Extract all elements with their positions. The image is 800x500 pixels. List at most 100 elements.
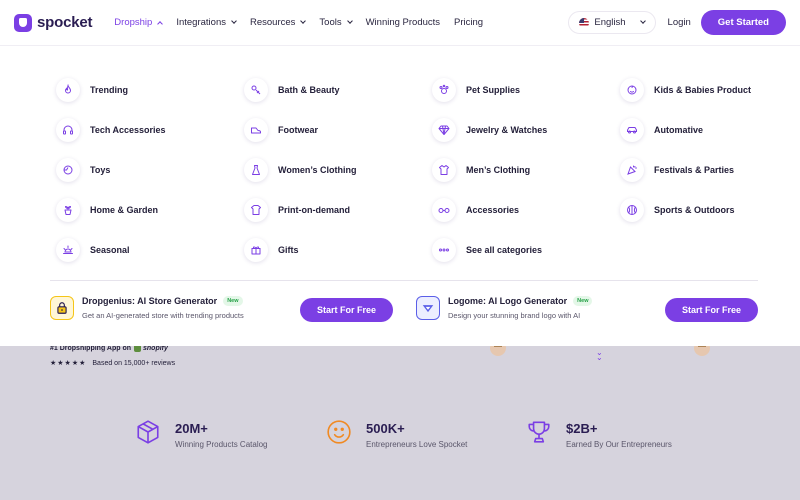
smile-icon bbox=[326, 419, 352, 450]
nav-integrations-label: Integrations bbox=[176, 17, 226, 28]
category-print-on-demand[interactable]: Print-on-demand bbox=[244, 190, 432, 230]
new-badge: New bbox=[573, 296, 593, 306]
nav-dropship-label: Dropship bbox=[114, 17, 153, 28]
diamond-icon bbox=[432, 118, 456, 142]
reviews-line: ★★★★★ Based on 15,000+ reviews bbox=[50, 359, 176, 368]
promo-title-text: Dropgenius: AI Store Generator bbox=[82, 296, 218, 306]
stat-label: Winning Products Catalog bbox=[175, 439, 268, 449]
ball-icon bbox=[620, 198, 644, 222]
nav-resources[interactable]: Resources bbox=[249, 17, 307, 28]
dropship-mega-menu: Trending Bath & Beauty Pet Supplies Kids… bbox=[0, 46, 800, 346]
flame-icon bbox=[56, 78, 80, 102]
sun-icon bbox=[56, 238, 80, 262]
category-label: Women’s Clothing bbox=[278, 165, 357, 175]
us-flag-icon bbox=[579, 17, 590, 28]
get-started-button[interactable]: Get Started bbox=[700, 10, 786, 35]
rating-stars: ★★★★★ bbox=[50, 360, 87, 367]
shirt-icon bbox=[432, 158, 456, 182]
category-label: Gifts bbox=[278, 245, 299, 255]
category-label: Festivals & Parties bbox=[654, 165, 735, 175]
brand-name: spocket bbox=[37, 14, 93, 31]
category-automative[interactable]: Automative bbox=[620, 110, 776, 150]
nav-pricing-label: Pricing bbox=[454, 17, 484, 28]
top-navbar: spocket Dropship Integrations Resources … bbox=[0, 0, 800, 46]
tshirt-icon bbox=[244, 198, 268, 222]
category-toys[interactable]: Toys bbox=[56, 150, 244, 190]
category-jewelry-watches[interactable]: Jewelry & Watches bbox=[432, 110, 620, 150]
nav-tools[interactable]: Tools bbox=[319, 17, 353, 28]
category-pet-supplies[interactable]: Pet Supplies bbox=[432, 70, 620, 110]
category-mens-clothing[interactable]: Men’s Clothing bbox=[432, 150, 620, 190]
glasses-icon bbox=[432, 198, 456, 222]
reviews-text: Based on 15,000+ reviews bbox=[92, 359, 176, 367]
toy-icon bbox=[56, 158, 80, 182]
stat-label: Entrepreneurs Love Spocket bbox=[366, 439, 468, 449]
stat-earned: $2B+ Earned By Our Entrepreneurs bbox=[526, 419, 672, 450]
car-icon bbox=[620, 118, 644, 142]
stat-products: 20M+ Winning Products Catalog bbox=[135, 419, 268, 450]
category-footwear[interactable]: Footwear bbox=[244, 110, 432, 150]
category-seasonal[interactable]: Seasonal bbox=[56, 230, 244, 270]
chevron-down-icon bbox=[231, 18, 237, 24]
paw-icon bbox=[432, 78, 456, 102]
nav-dropship[interactable]: Dropship bbox=[114, 17, 164, 28]
category-label: Accessories bbox=[466, 205, 520, 215]
see-all-categories-link[interactable]: See all categories bbox=[432, 230, 620, 270]
category-label: See all categories bbox=[466, 245, 543, 255]
category-label: Kids & Babies Product bbox=[654, 85, 752, 95]
promo-logome[interactable]: Logome: AI Logo Generator New Design your… bbox=[416, 296, 593, 320]
category-kids-babies[interactable]: Kids & Babies Product bbox=[620, 70, 776, 110]
login-link[interactable]: Login bbox=[668, 17, 691, 28]
chevron-down-icon bbox=[300, 18, 307, 24]
chevron-up-icon bbox=[157, 20, 164, 27]
stat-label: Earned By Our Entrepreneurs bbox=[566, 439, 672, 449]
category-label: Tech Accessories bbox=[90, 125, 166, 135]
scroll-down-icon: ⌄ ⌄ bbox=[596, 348, 603, 362]
nav-integrations[interactable]: Integrations bbox=[176, 17, 237, 28]
language-selector[interactable]: English bbox=[568, 11, 656, 34]
category-sports-outdoors[interactable]: Sports & Outdoors bbox=[620, 190, 776, 230]
nav-winning-products[interactable]: Winning Products bbox=[366, 17, 440, 28]
new-badge: New bbox=[223, 296, 243, 306]
category-accessories[interactable]: Accessories bbox=[432, 190, 620, 230]
beauty-icon bbox=[244, 78, 268, 102]
dropgenius-start-button[interactable]: Start For Free bbox=[300, 298, 394, 322]
header-actions: English Login Get Started bbox=[568, 10, 786, 35]
chevron-down-icon bbox=[639, 18, 646, 24]
category-label: Footwear bbox=[278, 125, 319, 135]
promo-subtitle: Get an AI-generated store with trending … bbox=[82, 311, 244, 320]
category-label: Automative bbox=[654, 125, 704, 135]
stat-entrepreneurs: 500K+ Entrepreneurs Love Spocket bbox=[326, 419, 467, 450]
category-festivals-parties[interactable]: Festivals & Parties bbox=[620, 150, 776, 190]
spocket-logo-icon bbox=[14, 13, 32, 32]
category-gifts[interactable]: Gifts bbox=[244, 230, 432, 270]
category-bath-beauty[interactable]: Bath & Beauty bbox=[244, 70, 432, 110]
shoe-icon bbox=[244, 118, 268, 142]
gift-icon bbox=[244, 238, 268, 262]
category-womens-clothing[interactable]: Women’s Clothing bbox=[244, 150, 432, 190]
promo-subtitle: Design your stunning brand logo with AI bbox=[448, 311, 581, 320]
nav-resources-label: Resources bbox=[249, 17, 296, 28]
logome-start-button[interactable]: Start For Free bbox=[665, 298, 759, 322]
category-trending[interactable]: Trending bbox=[56, 70, 244, 110]
category-tech-accessories[interactable]: Tech Accessories bbox=[56, 110, 244, 150]
dropgenius-icon bbox=[50, 296, 74, 320]
promo-dropgenius[interactable]: Dropgenius: AI Store Generator New Get an… bbox=[50, 296, 244, 320]
nav-tools-label: Tools bbox=[319, 17, 342, 28]
plant-icon bbox=[56, 198, 80, 222]
category-label: Bath & Beauty bbox=[278, 85, 340, 95]
main-nav: Dropship Integrations Resources Tools Wi… bbox=[114, 17, 483, 28]
language-label: English bbox=[594, 17, 626, 28]
category-label: Seasonal bbox=[90, 245, 130, 255]
stat-value: 500K+ bbox=[366, 420, 405, 436]
headphones-icon bbox=[56, 118, 80, 142]
party-icon bbox=[620, 158, 644, 182]
spocket-logo[interactable]: spocket bbox=[14, 13, 93, 32]
category-home-garden[interactable]: Home & Garden bbox=[56, 190, 244, 230]
category-label: Men’s Clothing bbox=[466, 165, 531, 175]
category-label: Trending bbox=[90, 85, 128, 95]
menu-divider bbox=[50, 280, 758, 281]
stat-value: $2B+ bbox=[566, 420, 598, 436]
nav-pricing[interactable]: Pricing bbox=[454, 17, 483, 28]
dots-icon bbox=[432, 238, 456, 262]
